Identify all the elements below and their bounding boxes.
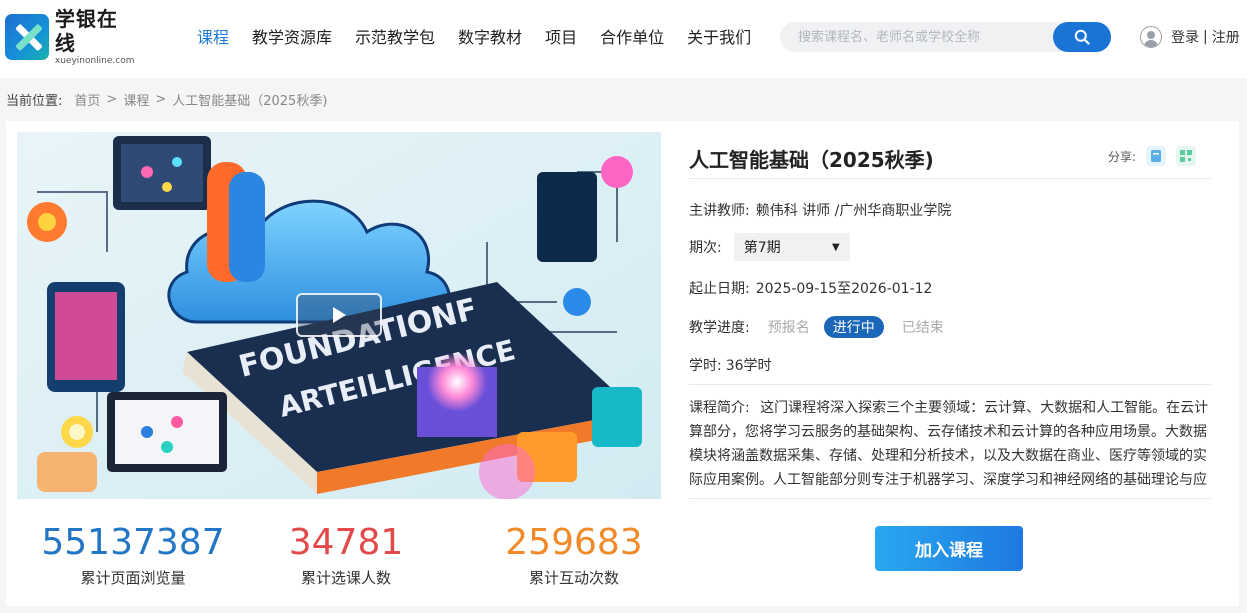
course-intro-label: 课程简介: (689, 400, 750, 416)
teacher-row: 主讲教师: 赖伟科 讲师 /广州华商职业学院 (689, 200, 951, 220)
hours-row: 学时: 36学时 (689, 355, 772, 375)
main-nav: 课程 教学资源库 示范教学包 数字教材 项目 合作单位 关于我们 (197, 27, 774, 49)
register-link[interactable]: 注册 (1212, 27, 1240, 47)
stat-interactions: 259683 累计互动次数 (479, 521, 669, 588)
nav-item-resource-library[interactable]: 教学资源库 (252, 27, 332, 49)
search-icon (1074, 29, 1090, 45)
progress-step-finished: 已结束 (901, 320, 944, 336)
dates-value: 2025-09-15至2026-01-12 (755, 281, 933, 297)
course-cover-image[interactable]: FOUNDATIONF ARTEILLIGENCE (17, 132, 661, 499)
progress-step-in-progress: 进行中 (823, 316, 884, 338)
stat-interactions-value: 259683 (505, 522, 643, 563)
play-icon (333, 307, 346, 323)
teacher-label: 主讲教师: (689, 203, 750, 219)
search-button[interactable] (1053, 22, 1111, 52)
nav-item-courses[interactable]: 课程 (197, 27, 229, 49)
term-select-value: 第7期 (743, 240, 781, 256)
nav-item-demo-packages[interactable]: 示范教学包 (355, 27, 435, 49)
share-qrcode-icon[interactable] (1176, 146, 1197, 166)
breadcrumb-current: 人工智能基础（2025秋季) (172, 94, 328, 109)
stat-page-views-value: 55137387 (41, 522, 225, 563)
teacher-value: 赖伟科 讲师 /广州华商职业学院 (755, 203, 952, 219)
breadcrumb-home[interactable]: 首页 (74, 90, 100, 109)
breadcrumb-lead: 当前位置: (6, 94, 63, 109)
term-row: 期次: 第7期 ▼ (689, 233, 850, 261)
course-intro-text: 这门课程将深入探索三个主要领域：云计算、大数据和人工智能。在云计算部分，您将学习… (689, 400, 1209, 488)
divider (689, 178, 1211, 179)
breadcrumb-separator: > (155, 92, 167, 107)
stat-page-views-label: 累计页面浏览量 (80, 569, 186, 587)
divider (689, 498, 1211, 499)
caret-down-icon: ▼ (832, 241, 840, 253)
course-title: 人工智能基础（2025秋季) (689, 148, 934, 172)
nav-item-partners[interactable]: 合作单位 (600, 27, 664, 49)
play-video-button[interactable] (296, 293, 382, 337)
progress-row: 教学进度: 预报名 进行中 已结束 (689, 316, 944, 338)
search-box (780, 22, 1111, 52)
share-bookmark-icon[interactable] (1146, 146, 1167, 166)
search-input[interactable] (798, 22, 1048, 52)
divider (689, 384, 1211, 385)
hours-value: 36学时 (725, 358, 772, 374)
logo-mark-icon (5, 14, 49, 60)
nav-item-projects[interactable]: 项目 (545, 27, 577, 49)
breadcrumb: 当前位置: 首页 > 课程 > 人工智能基础（2025秋季) (6, 90, 327, 109)
term-select[interactable]: 第7期 ▼ (733, 233, 850, 261)
nav-item-about[interactable]: 关于我们 (687, 27, 751, 49)
hours-label: 学时: (689, 358, 722, 374)
login-separator: | (1203, 29, 1208, 45)
share-label: 分享: (1108, 149, 1137, 164)
logo-domain: xueyinonline.com (54, 56, 135, 66)
login-link[interactable]: 登录 (1171, 27, 1199, 47)
logo-title: 学银在线 (54, 7, 118, 55)
progress-label: 教学进度: (689, 320, 750, 336)
breadcrumb-separator: > (106, 92, 118, 107)
site-header: 学银在线 xueyinonline.com 课程 教学资源库 示范教学包 数字教… (0, 0, 1247, 78)
course-intro: 课程简介: 这门课程将深入探索三个主要领域：云计算、大数据和人工智能。在云计算部… (689, 396, 1211, 492)
stat-page-views: 55137387 累计页面浏览量 (38, 521, 228, 588)
breadcrumb-courses[interactable]: 课程 (123, 90, 149, 109)
stat-enrolled: 34781 累计选课人数 (251, 521, 441, 588)
join-course-button[interactable]: 加入课程 (875, 526, 1023, 571)
nav-item-digital-textbooks[interactable]: 数字教材 (458, 27, 522, 49)
progress-step-preregister: 预报名 (767, 320, 810, 336)
course-card: FOUNDATIONF ARTEILLIGENCE 55137387 累计页面浏… (6, 121, 1239, 606)
term-label: 期次: (689, 240, 722, 256)
user-area: 登录 | 注册 (1140, 26, 1240, 48)
stat-enrolled-value: 34781 (288, 522, 404, 563)
site-logo[interactable]: 学银在线 xueyinonline.com (5, 7, 135, 66)
dates-row: 起止日期: 2025-09-15至2026-01-12 (689, 278, 932, 298)
share-area: 分享: (1108, 146, 1197, 166)
stat-interactions-label: 累计互动次数 (528, 569, 619, 587)
user-avatar-icon[interactable] (1140, 26, 1162, 48)
stat-enrolled-label: 累计选课人数 (300, 569, 391, 587)
dates-label: 起止日期: (689, 281, 750, 297)
